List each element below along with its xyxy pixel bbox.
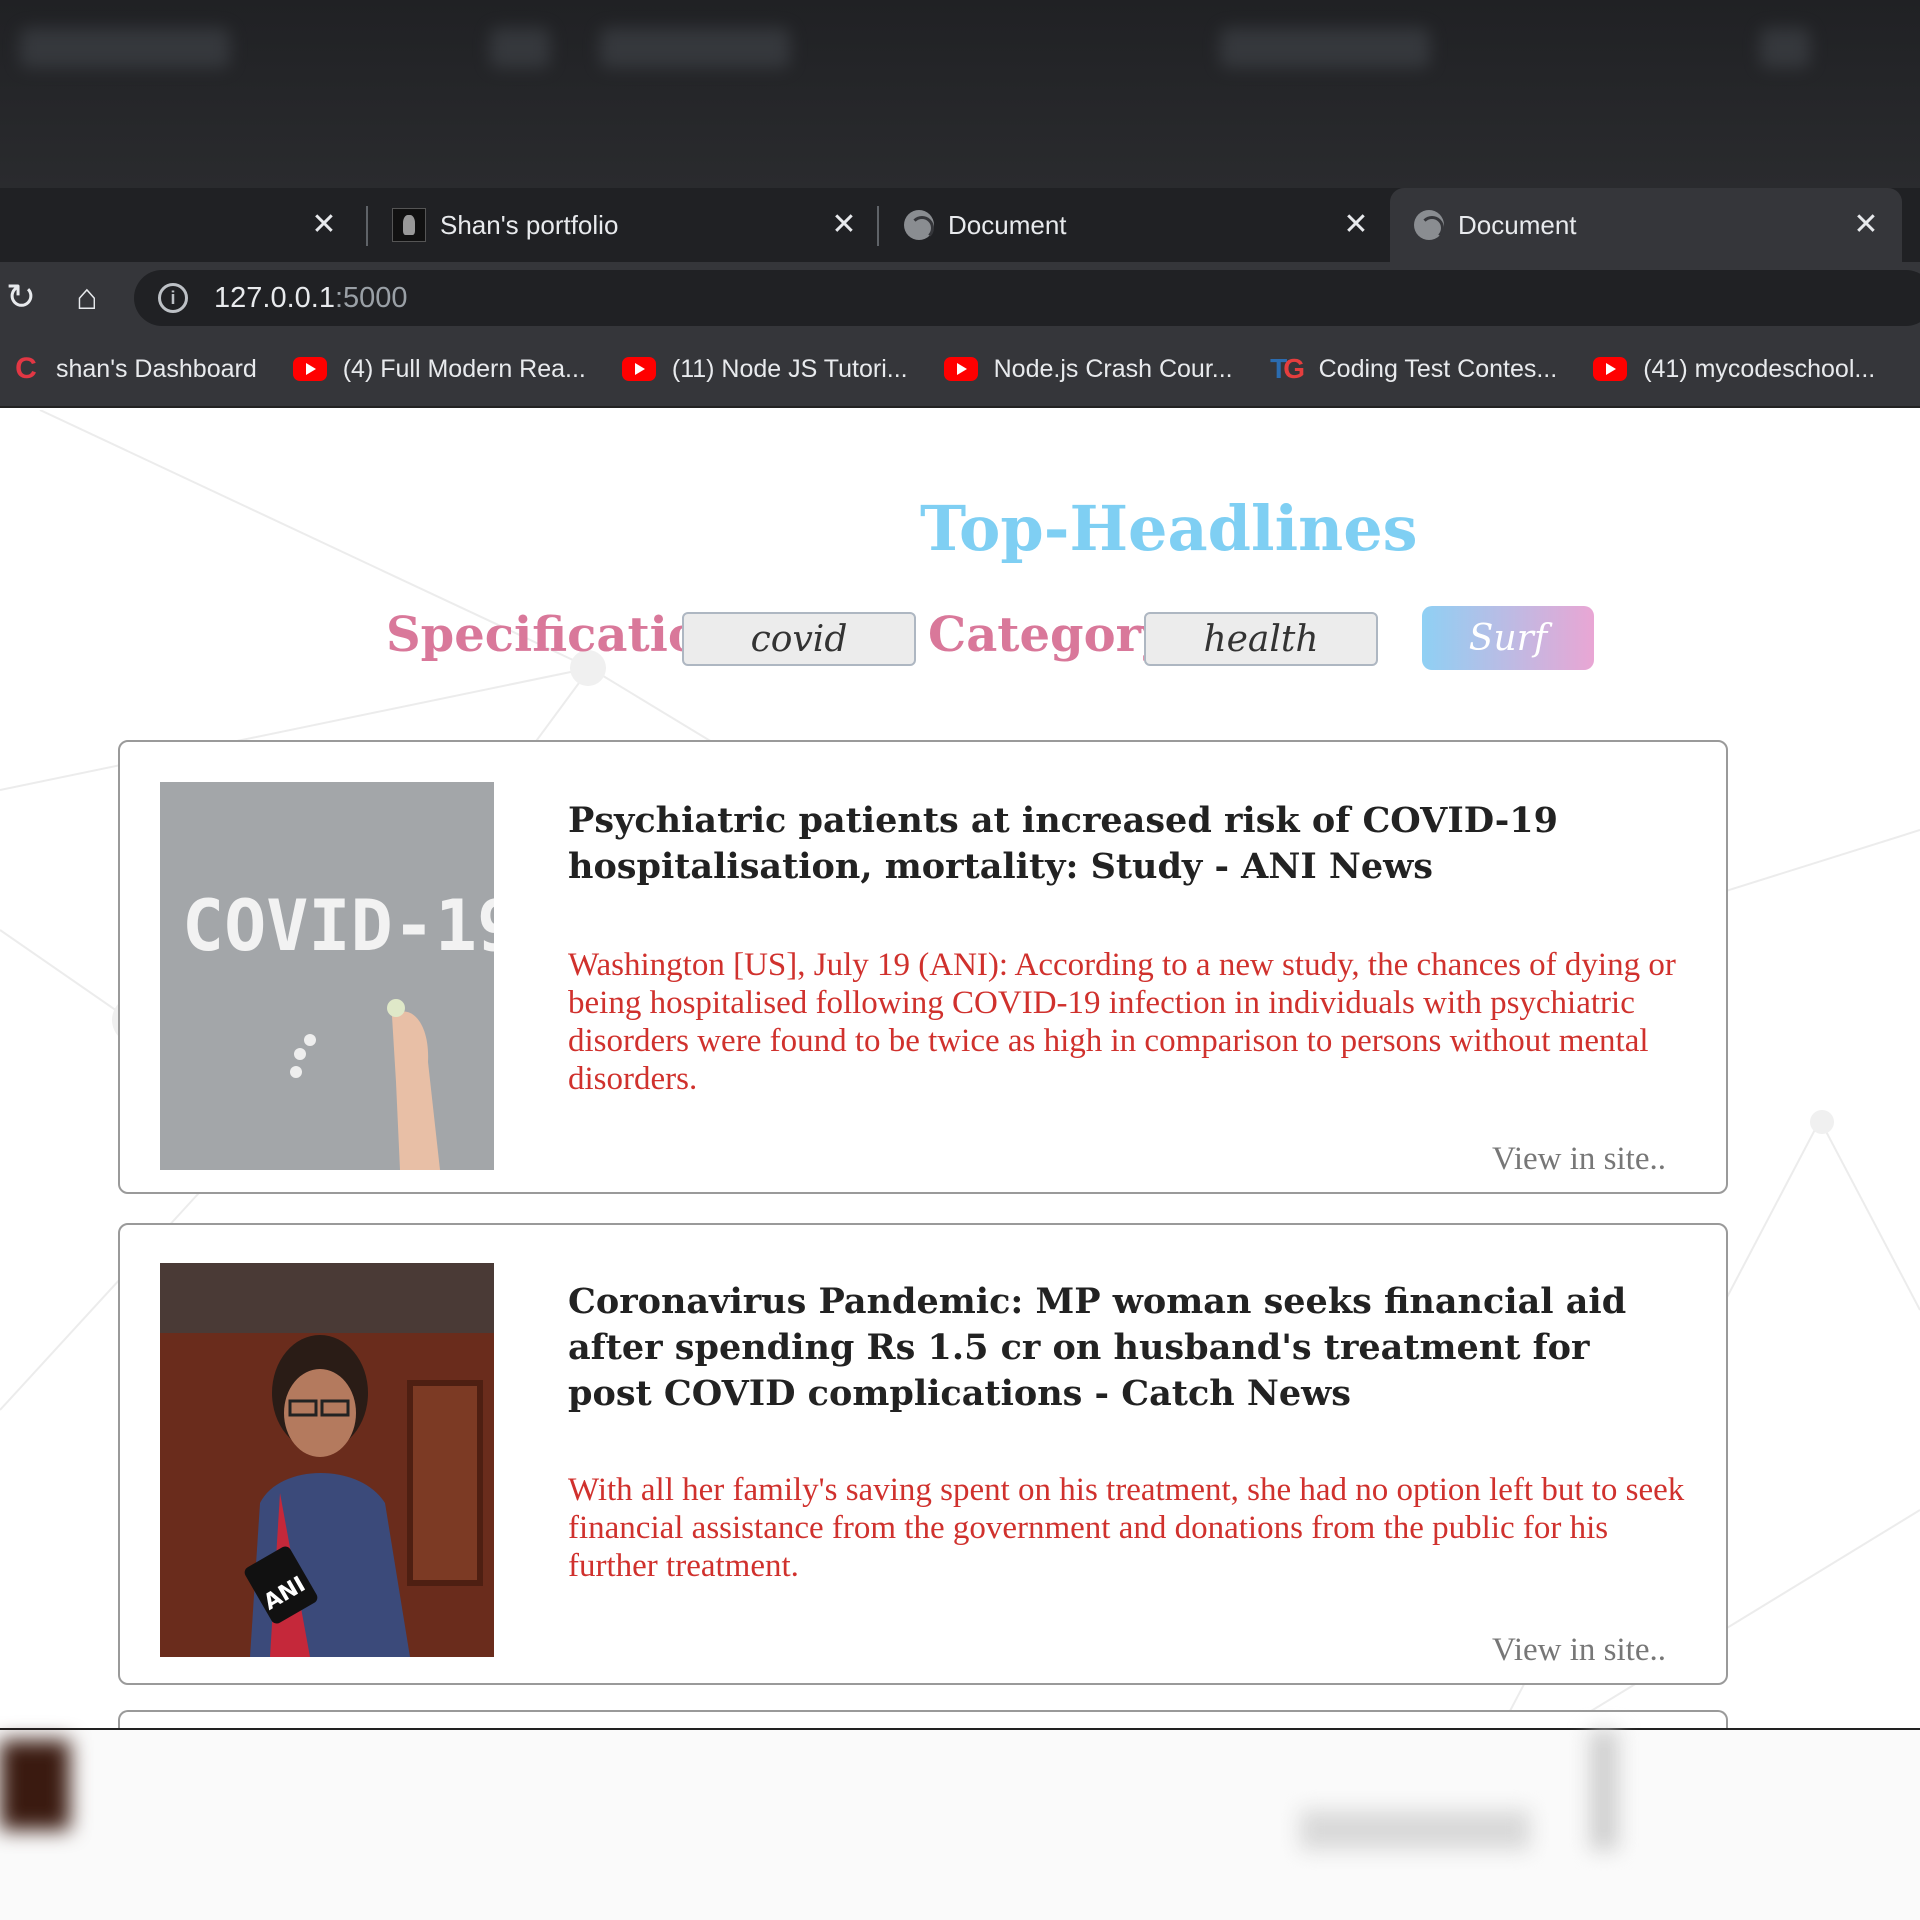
tab-bar: ✕ Shan's portfolio ✕ Document ✕ Document…: [0, 188, 1920, 262]
youtube-icon: [1593, 357, 1628, 381]
bookmark-label: shan's Dashboard: [56, 354, 257, 383]
browser-toolbar: ↻ ⌂ i 127.0.0.1:5000: [0, 262, 1920, 332]
portfolio-avatar-icon: [392, 208, 426, 242]
news-card: ANI Coronavirus Pandemic: MP woman seeks…: [118, 1223, 1728, 1685]
bookmark-full-modern-react[interactable]: (4) Full Modern Rea...: [292, 354, 586, 384]
os-title-strip: [0, 0, 1920, 188]
news-title: Coronavirus Pandemic: MP woman seeks fin…: [568, 1281, 1627, 1414]
close-icon[interactable]: ✕: [828, 209, 860, 241]
blurred-region: [1760, 28, 1810, 68]
info-icon[interactable]: i: [158, 283, 188, 313]
reload-icon[interactable]: ↻: [0, 274, 44, 320]
news-card-partial: [118, 1710, 1728, 1730]
tab-blank[interactable]: ✕: [0, 188, 360, 262]
tg-logo-icon: TG: [1270, 353, 1305, 384]
youtube-icon: [943, 357, 978, 381]
bookmark-label: (41) mycodeschool...: [1643, 354, 1876, 383]
bookmark-label: Coding Test Contes...: [1318, 354, 1558, 383]
bookmark-node-js-tutorial[interactable]: (11) Node JS Tutori...: [621, 354, 908, 384]
bookmark-label: (11) Node JS Tutori...: [671, 354, 908, 383]
view-in-site-link[interactable]: View in site..: [1492, 1632, 1666, 1669]
news-description: Washington [US], July 19 (ANI): Accordin…: [568, 947, 1676, 1097]
page-title: Top-Headlines: [920, 492, 1418, 565]
image-covid-text: COVID-19: [182, 885, 494, 967]
news-title: Psychiatric patients at increased risk o…: [568, 800, 1558, 887]
surf-button[interactable]: Surf: [1422, 606, 1594, 670]
blurred-region: [600, 28, 790, 68]
url-host: 127.0.0.1: [214, 281, 335, 314]
news-image: ANI: [160, 1263, 494, 1657]
specification-input[interactable]: [682, 612, 916, 666]
home-icon[interactable]: ⌂: [64, 274, 110, 320]
close-icon[interactable]: ✕: [308, 209, 340, 241]
youtube-icon: [292, 357, 327, 381]
bookmark-label: (4) Full Modern Rea...: [342, 354, 586, 383]
address-bar[interactable]: i 127.0.0.1:5000: [134, 270, 1920, 326]
page-content: Top-Headlines Specification Category Sur…: [0, 410, 1920, 1730]
woman-interview-image: ANI: [160, 1263, 494, 1657]
close-icon[interactable]: ✕: [1340, 209, 1372, 241]
news-description: With all her family's saving spent on hi…: [568, 1472, 1685, 1584]
url-port: :5000: [334, 281, 408, 314]
news-card: COVID-19 Psychiatric patients at increas…: [118, 740, 1728, 1194]
bookmark-label: Node.js Crash Cour...: [993, 354, 1233, 383]
tab-title: Shan's portfolio: [440, 209, 619, 240]
c-logo-icon: C: [15, 352, 37, 385]
globe-icon: [904, 210, 934, 240]
covid-pills-image: COVID-19: [160, 782, 494, 1170]
blurred-region: [1590, 1730, 1618, 1850]
close-icon[interactable]: ✕: [1850, 209, 1882, 241]
blurred-region: [1220, 28, 1430, 68]
bookmark-shans-dashboard[interactable]: C shan's Dashboard: [12, 354, 257, 384]
blurred-overlay: [0, 1728, 1920, 1920]
bookmark-mycodeschool[interactable]: (41) mycodeschool...: [1593, 355, 1875, 384]
bookmarks-bar: C shan's Dashboard (4) Full Modern Rea..…: [0, 332, 1920, 408]
globe-icon: [1414, 210, 1444, 240]
tab-document[interactable]: Document ✕: [880, 188, 1392, 262]
youtube-icon: [621, 357, 656, 381]
bookmark-nodejs-crash-course[interactable]: Node.js Crash Cour...: [943, 354, 1233, 384]
view-in-site-link[interactable]: View in site..: [1492, 1141, 1666, 1178]
tab-title: Document: [1458, 209, 1577, 240]
blurred-region: [0, 1740, 70, 1830]
tab-document-active[interactable]: Document ✕: [1390, 188, 1902, 262]
url-text: 127.0.0.1:5000: [214, 282, 408, 315]
bookmark-coding-test-contest[interactable]: TG Coding Test Contes...: [1269, 352, 1558, 386]
category-input[interactable]: [1144, 612, 1378, 666]
category-label: Category: [928, 607, 1169, 663]
blurred-region: [490, 28, 550, 68]
blurred-region: [20, 28, 230, 68]
tab-shans-portfolio[interactable]: Shan's portfolio ✕: [368, 188, 880, 262]
news-image: COVID-19: [160, 782, 494, 1170]
tab-title: Document: [948, 209, 1067, 240]
tab-separator: [877, 206, 879, 246]
blurred-region: [1300, 1810, 1530, 1850]
